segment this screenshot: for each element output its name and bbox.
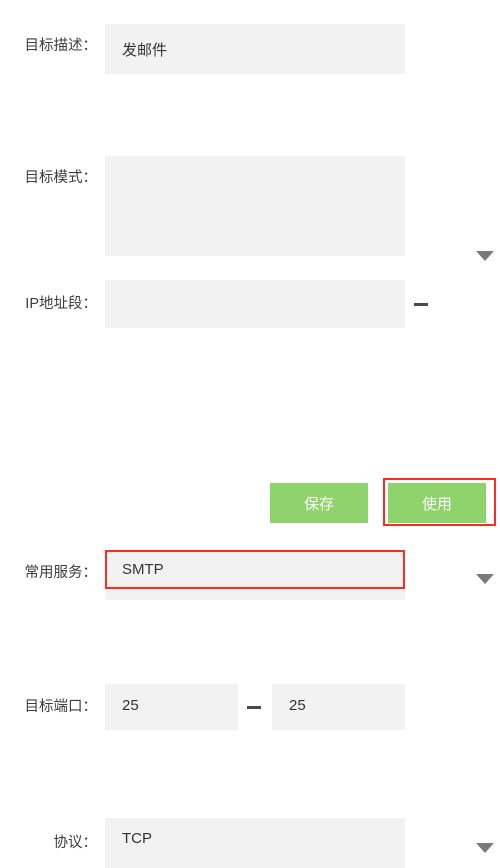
form-row-target-port: 目标端口： 25 25 [0, 342, 500, 730]
description-input[interactable]: 发邮件 [105, 24, 405, 74]
apply-button[interactable]: 使用 [388, 483, 486, 523]
form-row-ip-range: IP地址段： [0, 140, 500, 328]
target-rule-form: 目标描述： 发邮件 目标模式： IP地址 IP地址段： 常用服务： SMTP 目… [0, 0, 500, 868]
save-button[interactable]: 保存 [270, 483, 368, 523]
description-input-value: 发邮件 [122, 42, 168, 59]
label-description: 目标描述： [24, 38, 98, 54]
protocol-select[interactable]: TCP [105, 818, 494, 868]
form-row-protocol: 协议： TCP [0, 410, 500, 868]
dash-separator-icon [247, 706, 261, 709]
protocol-select-value: TCP [122, 830, 152, 847]
common-service-select-value: SMTP [122, 561, 164, 578]
target-port-start-value: 25 [122, 697, 139, 714]
target-port-start-input[interactable]: 25 [105, 684, 238, 730]
target-port-end-value: 25 [289, 697, 306, 714]
label-protocol: 协议： [53, 835, 98, 851]
chevron-down-icon [476, 251, 494, 261]
ip-range-end-input[interactable] [105, 206, 405, 256]
chevron-down-icon [476, 843, 494, 853]
label-target-port: 目标端口： [24, 699, 98, 715]
form-row-common-service: 常用服务： SMTP [0, 275, 500, 600]
common-service-select[interactable]: SMTP [105, 550, 494, 600]
form-row-target-mode: 目标模式： IP地址 [0, 78, 500, 261]
label-common-service: 常用服务： [24, 565, 98, 581]
chevron-down-icon [476, 574, 494, 584]
form-row-description: 目标描述： 发邮件 [0, 12, 500, 74]
target-port-end-input[interactable]: 25 [272, 684, 405, 730]
